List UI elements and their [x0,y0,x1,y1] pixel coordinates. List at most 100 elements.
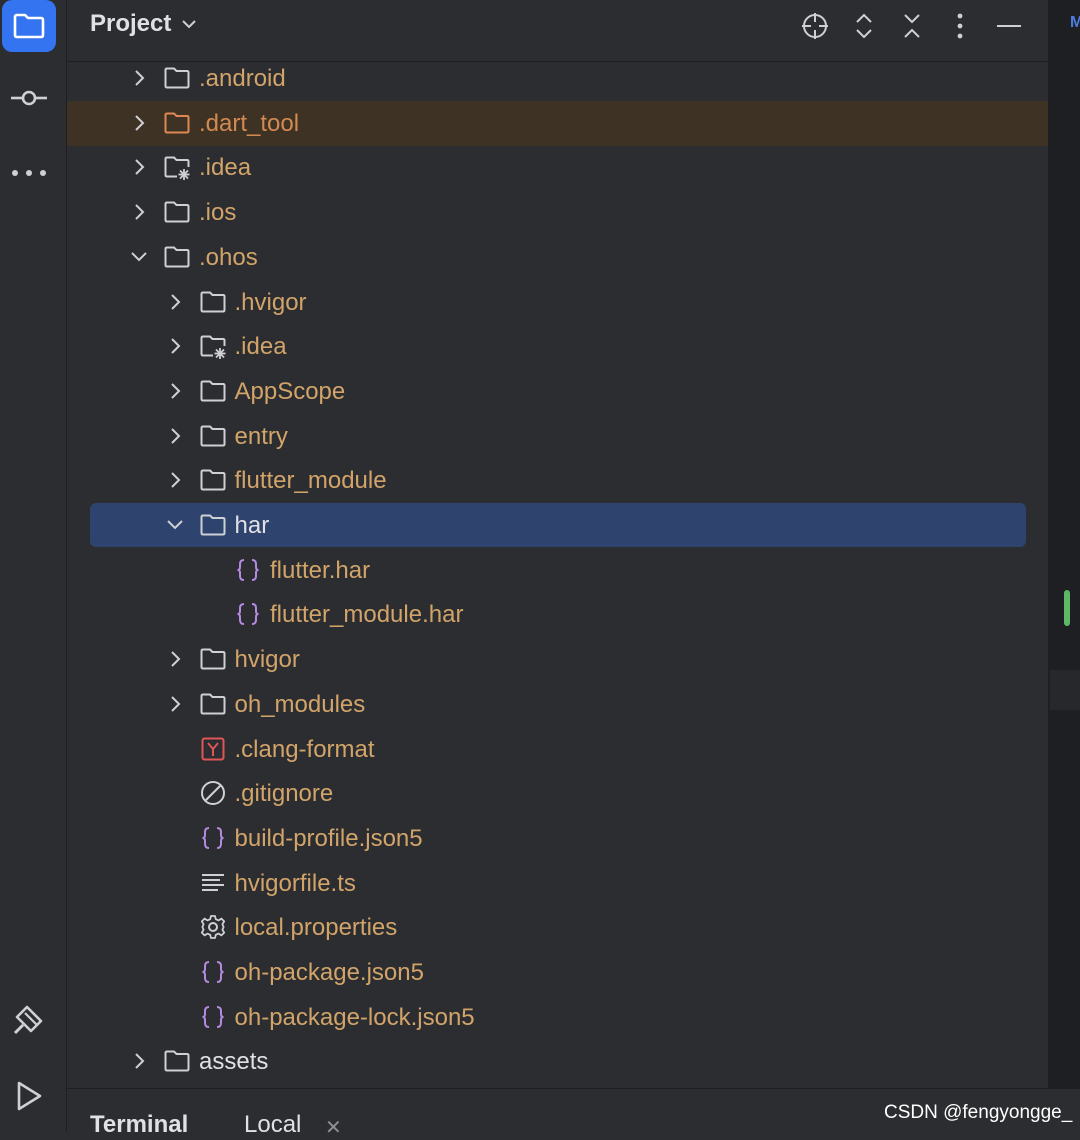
crosshair-icon [802,13,828,39]
chevron-right-icon[interactable] [165,470,185,490]
folder-icon [199,645,227,673]
chevron-right-icon[interactable] [129,113,149,133]
tree-item-label: .idea [234,333,287,361]
chevron-right-icon[interactable] [165,694,185,714]
tree-row[interactable]: .clang-format [67,727,1048,772]
project-panel: Project .android .dart_tool .idea .ios .… [67,0,1048,1088]
yaml-icon [199,735,227,763]
tree-row[interactable]: oh-package-lock.json5 [67,995,1048,1040]
tree-item-label: flutter_module [234,467,387,495]
more-tools-button[interactable] [2,147,56,199]
tree-row[interactable]: AppScope [67,369,1048,414]
tree-item-label: hvigorfile.ts [234,869,356,897]
json-braces-icon [199,1003,227,1031]
folder-icon [199,377,227,405]
tree-item-label: .ohos [199,243,258,271]
tree-row[interactable]: build-profile.json5 [67,816,1048,861]
folder-settings-icon [199,332,227,360]
tree-item-label: build-profile.json5 [234,824,423,852]
hammer-icon [13,1005,43,1035]
json-braces-icon [199,824,227,852]
tree-row[interactable]: .android [67,56,1048,101]
commit-tool-button[interactable] [2,72,56,124]
tree-item-label: assets [199,1048,269,1076]
tree-item-label: AppScope [234,377,346,405]
more-horizontal-icon [12,170,46,176]
tree-item-label: .hvigor [234,288,307,316]
tree-item-label: .android [199,65,286,92]
chevron-right-icon[interactable] [165,336,185,356]
tree-row[interactable]: assets [67,1039,1048,1084]
folder-icon [199,690,227,718]
editor-edge: M [1048,0,1080,1088]
hide-panel-button[interactable] [993,10,1025,42]
folder-icon [163,1047,191,1075]
run-tool-button[interactable] [2,1070,56,1122]
tree-row[interactable]: har [67,503,1048,548]
folder-settings-icon [163,153,191,181]
change-marker[interactable] [1064,590,1070,626]
text-lines-icon [199,869,227,897]
tree-row[interactable]: oh_modules [67,682,1048,727]
build-tool-button[interactable] [2,995,56,1047]
tree-row[interactable]: .dart_tool [67,100,1048,146]
folder-icon [163,243,191,271]
tree-row[interactable]: .idea [67,145,1048,190]
panel-header: Project [67,0,1048,62]
tree-item-label: entry [234,422,288,450]
chevron-down-icon [182,20,197,29]
page-title: Project [90,10,172,37]
expand-all-button[interactable] [848,10,880,42]
tree-item-label: .dart_tool [199,109,300,137]
chevron-down-icon[interactable] [165,515,185,535]
play-icon [17,1081,42,1111]
tree-row[interactable]: hvigor [67,637,1048,682]
chevron-down-icon[interactable] [129,247,149,267]
folder-icon [199,288,227,316]
collapse-all-button[interactable] [896,10,928,42]
chevron-right-icon[interactable] [165,649,185,669]
tree-item-label: .clang-format [234,735,375,763]
project-view-selector[interactable]: Project [90,10,197,38]
tree-row[interactable]: .hvigor [67,280,1048,325]
terminal-title[interactable]: Terminal [90,1111,188,1139]
chevron-right-icon[interactable] [129,68,149,88]
close-tab-icon[interactable]: ✕ [325,1115,342,1140]
tree-item-label: har [234,512,270,539]
tree-item-label: oh-package-lock.json5 [234,1003,475,1031]
tree-row[interactable]: flutter_module.har [67,592,1048,637]
tree-row[interactable]: entry [67,414,1048,459]
tree-row[interactable]: .gitignore [67,771,1048,816]
tree-row[interactable]: .ohos [67,235,1048,280]
chevron-right-icon[interactable] [165,381,185,401]
folder-icon [199,511,227,539]
json-braces-icon [199,958,227,986]
project-tool-button[interactable] [2,0,56,52]
tree-row[interactable]: .ios [67,190,1048,235]
chevron-right-icon[interactable] [129,202,149,222]
chevron-right-icon[interactable] [165,426,185,446]
json-braces-icon [234,600,262,628]
folder-excluded-icon [163,109,191,137]
ignore-icon [199,779,227,807]
tree-row[interactable]: oh-package.json5 [67,950,1048,995]
options-button[interactable] [944,10,976,42]
tree-item-label: hvigor [234,646,300,674]
editor-tab-letter[interactable]: M [1070,14,1080,32]
tree-row[interactable]: flutter_module [67,458,1048,503]
chevron-right-icon[interactable] [129,1051,149,1071]
activity-bar [0,0,67,1132]
expand-all-icon [856,13,872,39]
tree-item-label: oh_modules [234,690,366,718]
collapse-all-icon [904,14,920,38]
chevron-right-icon[interactable] [165,292,185,312]
locate-file-button[interactable] [799,10,831,42]
tree-row[interactable]: local.properties [67,905,1048,950]
folder-icon [199,466,227,494]
tree-row[interactable]: flutter.har [67,548,1048,593]
tree-row[interactable]: hvigorfile.ts [67,861,1048,906]
scroll-thumb[interactable] [1050,670,1080,710]
tree-row[interactable]: .idea [67,324,1048,369]
tab-local[interactable]: Local [244,1111,301,1139]
chevron-right-icon[interactable] [129,157,149,177]
